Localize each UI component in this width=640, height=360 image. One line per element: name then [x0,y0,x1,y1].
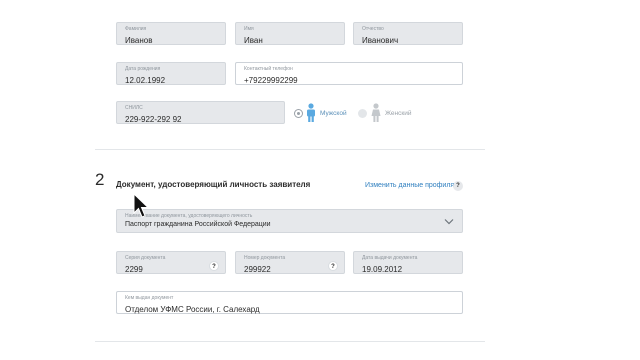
birth-date-field[interactable]: Дата рождения 12.02.1992 [116,62,226,85]
birth-date-label: Дата рождения [125,66,161,72]
question-mark-icon[interactable]: ? [328,261,338,271]
middle-name-value: Иванович [362,36,399,45]
section-divider [95,149,485,150]
question-mark-icon[interactable]: ? [453,181,463,191]
phone-label: Контактный телефон [244,66,293,72]
issued-by-field[interactable]: Кем выдан документ Отделом УФМС России, … [116,291,463,314]
document-type-select[interactable]: Наименование документа, удостоверяющего … [116,209,463,233]
document-type-value: Паспорт гражданина Российской Федерации [125,221,271,228]
middle-name-label: Отчество [362,26,384,32]
issue-date-label: Дата выдачи документа [362,255,418,261]
male-person-icon[interactable] [305,103,317,123]
issue-date-field[interactable]: Дата выдачи документа 19.09.2012 [353,251,463,274]
bottom-divider [95,341,485,342]
last-name-value: Иванов [125,36,153,45]
issued-by-label: Кем выдан документ [125,295,174,301]
female-person-icon[interactable] [370,103,382,123]
document-series-field[interactable]: Серия документа 2299 ? [116,251,226,274]
edit-profile-link[interactable]: Изменить данные профиля [365,182,454,189]
mouse-pointer-icon [133,193,150,218]
phone-field[interactable]: Контактный телефон +79229992299 [235,62,463,85]
first-name-label: Имя [244,26,254,32]
first-name-value: Иван [244,36,263,45]
document-series-value: 2299 [125,265,143,274]
gender-male-radio[interactable] [294,109,303,118]
step-number: 2 [95,170,105,189]
gender-female-label[interactable]: Женский [385,110,411,117]
document-number-value: 299922 [244,265,271,274]
last-name-field[interactable]: Фамилия Иванов [116,22,226,45]
snils-field[interactable]: СНИЛС 229-922-292 92 [116,101,285,124]
gender-female-radio[interactable] [358,109,367,118]
issue-date-value: 19.09.2012 [362,265,403,274]
birth-date-value: 12.02.1992 [125,76,166,85]
last-name-label: Фамилия [125,26,147,32]
snils-label: СНИЛС [125,105,143,111]
snils-value: 229-922-292 92 [125,115,182,124]
question-mark-icon[interactable]: ? [209,261,219,271]
document-number-field[interactable]: Номер документа 299922 ? [235,251,345,274]
document-series-label: Серия документа [125,255,166,261]
application-form-page: Фамилия Иванов Имя Иван Отчество Иванови… [0,0,640,360]
issued-by-value: Отделом УФМС России, г. Салехард [125,305,260,314]
phone-value: +79229992299 [244,76,298,85]
gender-male-label[interactable]: Мужской [320,110,347,117]
chevron-down-icon[interactable] [444,218,454,225]
document-number-label: Номер документа [244,255,286,261]
middle-name-field[interactable]: Отчество Иванович [353,22,463,45]
first-name-field[interactable]: Имя Иван [235,22,345,45]
section-title: Документ, удостоверяющий личность заявит… [116,180,311,189]
